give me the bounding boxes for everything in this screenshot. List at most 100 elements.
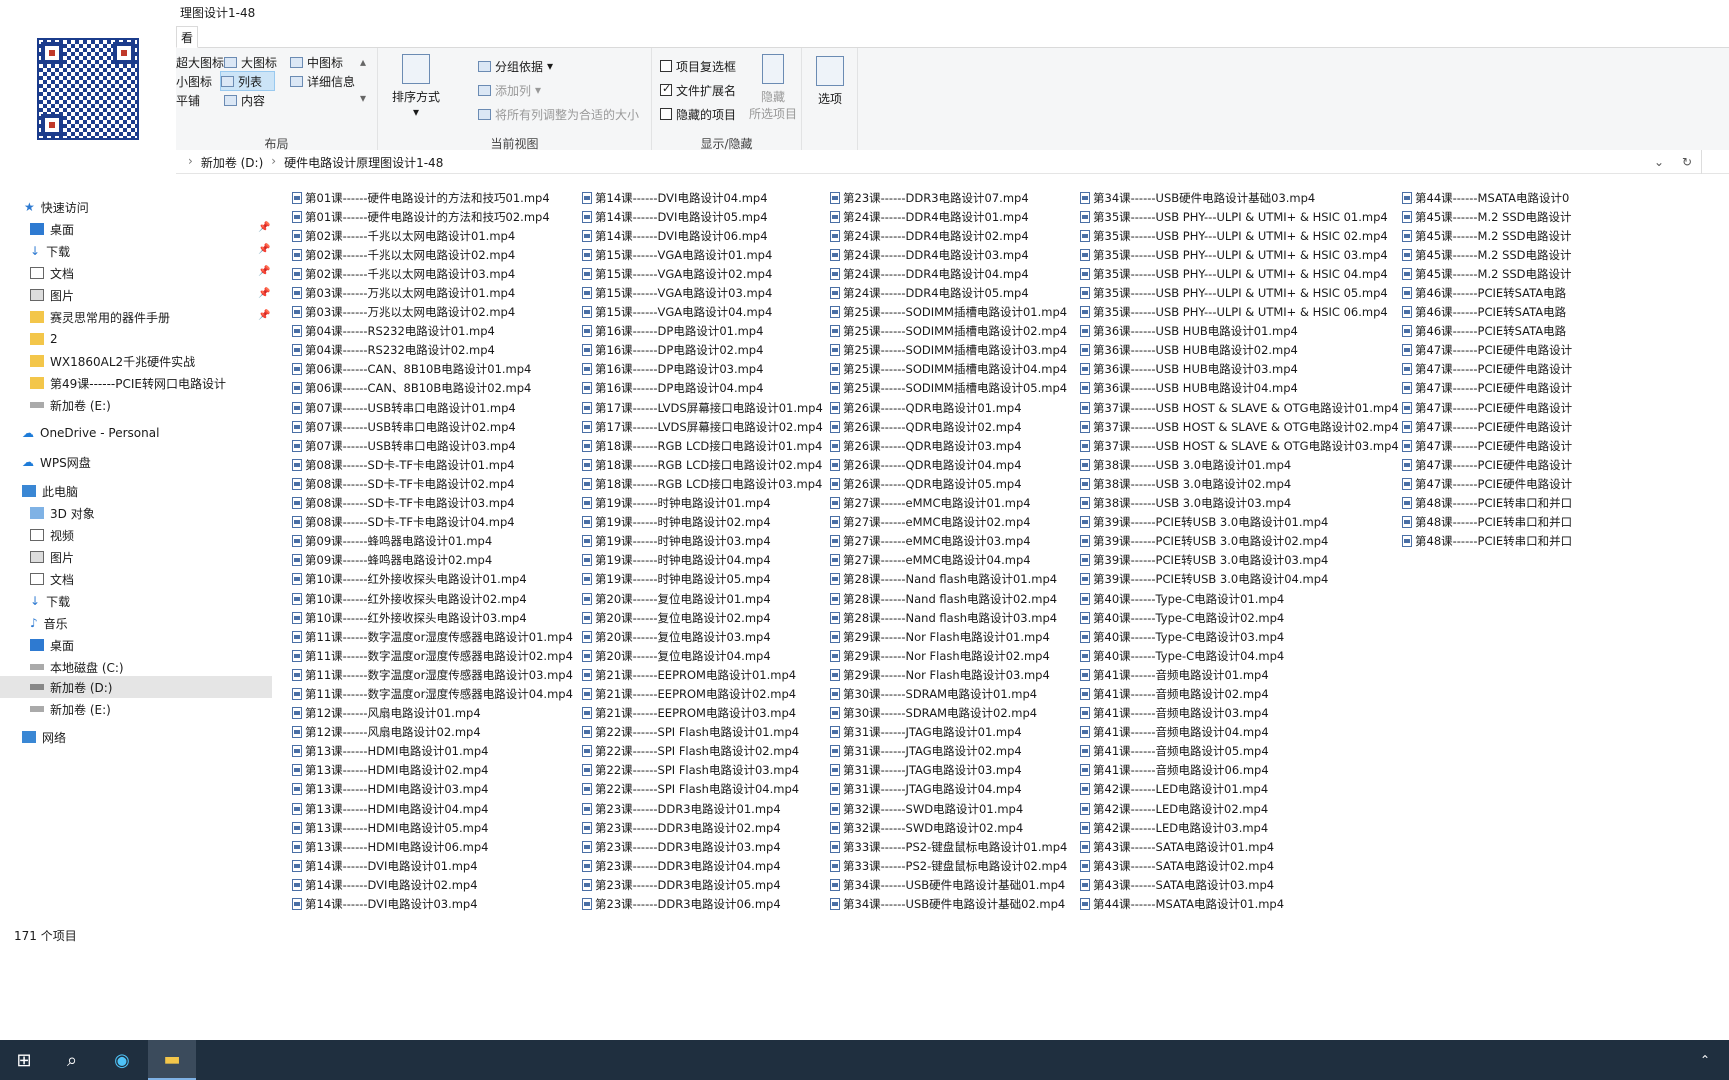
hidden-items-toggle[interactable]: 隐藏的项目 bbox=[660, 104, 736, 124]
file-item[interactable]: 第43课------SATA电路设计03.mp4 bbox=[1080, 875, 1399, 894]
file-item[interactable]: 第35课------USB PHY---ULPI & UTMI+ & HSIC … bbox=[1080, 303, 1399, 322]
file-item[interactable]: 第06课------CAN、8B10B电路设计01.mp4 bbox=[292, 360, 573, 379]
file-item[interactable]: 第47课------PCIE硬件电路设计 bbox=[1402, 417, 1572, 436]
file-item[interactable]: 第12课------风扇电路设计02.mp4 bbox=[292, 723, 573, 742]
file-item[interactable]: 第01课------硬件电路设计的方法和技巧01.mp4 bbox=[292, 188, 573, 207]
chevron-up-icon[interactable]: ⌃ bbox=[1681, 1040, 1729, 1080]
layout-details[interactable]: 详细信息 bbox=[290, 71, 355, 91]
file-item[interactable]: 第34课------USB硬件电路设计基础01.mp4 bbox=[830, 875, 1067, 894]
search-icon[interactable]: ⌕ bbox=[48, 1040, 96, 1080]
file-item[interactable]: 第13课------HDMI电路设计05.mp4 bbox=[292, 818, 573, 837]
sort-button[interactable]: 排序方式 ▾ bbox=[388, 54, 444, 119]
file-item[interactable]: 第29课------Nor Flash电路设计02.mp4 bbox=[830, 646, 1067, 665]
file-item[interactable]: 第47课------PCIE硬件电路设计 bbox=[1402, 379, 1572, 398]
file-item[interactable]: 第41课------音频电路设计03.mp4 bbox=[1080, 704, 1399, 723]
nav-drive-e-quick[interactable]: 新加卷 (E:) bbox=[30, 394, 111, 416]
file-item[interactable]: 第31课------JTAG电路设计01.mp4 bbox=[830, 723, 1067, 742]
file-item[interactable]: 第26课------QDR电路设计03.mp4 bbox=[830, 436, 1067, 455]
file-item[interactable]: 第48课------PCIE转串口和并口 bbox=[1402, 513, 1572, 532]
file-item[interactable]: 第28课------Nand flash电路设计03.mp4 bbox=[830, 608, 1067, 627]
file-item[interactable]: 第35课------USB PHY---ULPI & UTMI+ & HSIC … bbox=[1080, 245, 1399, 264]
hide-selected-button[interactable]: 隐藏 所选项目 bbox=[746, 54, 800, 122]
file-item[interactable]: 第39课------PCIE转USB 3.0电路设计01.mp4 bbox=[1080, 513, 1399, 532]
file-item[interactable]: 第44课------MSATA电路设计01.mp4 bbox=[1080, 894, 1399, 913]
file-item[interactable]: 第32课------SWD电路设计02.mp4 bbox=[830, 818, 1067, 837]
file-item[interactable]: 第13课------HDMI电路设计02.mp4 bbox=[292, 761, 573, 780]
file-item[interactable]: 第27课------eMMC电路设计03.mp4 bbox=[830, 532, 1067, 551]
nav-desktop[interactable]: 桌面 bbox=[30, 218, 74, 240]
file-item[interactable]: 第19课------时钟电路设计02.mp4 bbox=[582, 513, 823, 532]
file-item[interactable]: 第28课------Nand flash电路设计01.mp4 bbox=[830, 570, 1067, 589]
file-item[interactable]: 第20课------复位电路设计04.mp4 bbox=[582, 646, 823, 665]
file-item[interactable]: 第47课------PCIE硬件电路设计 bbox=[1402, 341, 1572, 360]
file-item[interactable]: 第14课------DVI电路设计06.mp4 bbox=[582, 226, 823, 245]
file-item[interactable]: 第09课------蜂鸣器电路设计01.mp4 bbox=[292, 532, 573, 551]
file-item[interactable]: 第33课------PS2-键盘鼠标电路设计02.mp4 bbox=[830, 856, 1067, 875]
pin-icon[interactable]: 📌 bbox=[258, 288, 270, 299]
file-item[interactable]: 第21课------EEPROM电路设计03.mp4 bbox=[582, 704, 823, 723]
item-checkbox-toggle[interactable]: 项目复选框 bbox=[660, 56, 736, 76]
file-item[interactable]: 第13课------HDMI电路设计01.mp4 bbox=[292, 742, 573, 761]
nav-drive-c[interactable]: 本地磁盘 (C:) bbox=[30, 656, 124, 678]
file-item[interactable]: 第02课------千兆以太网电路设计03.mp4 bbox=[292, 264, 573, 283]
file-item[interactable]: 第19课------时钟电路设计05.mp4 bbox=[582, 570, 823, 589]
file-item[interactable]: 第39课------PCIE转USB 3.0电路设计04.mp4 bbox=[1080, 570, 1399, 589]
file-item[interactable]: 第23课------DDR3电路设计07.mp4 bbox=[830, 188, 1067, 207]
file-item[interactable]: 第33课------PS2-键盘鼠标电路设计01.mp4 bbox=[830, 837, 1067, 856]
file-item[interactable]: 第13课------HDMI电路设计06.mp4 bbox=[292, 837, 573, 856]
file-item[interactable]: 第11课------数字温度or湿度传感器电路设计04.mp4 bbox=[292, 684, 573, 703]
nav-folder-2[interactable]: 2 bbox=[30, 328, 58, 350]
file-item[interactable]: 第08课------SD卡-TF卡电路设计02.mp4 bbox=[292, 474, 573, 493]
nav-folder-wx1860[interactable]: WX1860AL2千兆硬件实战 bbox=[30, 350, 195, 372]
hidden-items-checkbox[interactable] bbox=[660, 108, 672, 120]
file-item[interactable]: 第21课------EEPROM电路设计01.mp4 bbox=[582, 665, 823, 684]
nav-pc-downloads[interactable]: ↓ 下载 bbox=[30, 590, 70, 612]
file-item[interactable]: 第23课------DDR3电路设计01.mp4 bbox=[582, 799, 823, 818]
file-item[interactable]: 第15课------VGA电路设计01.mp4 bbox=[582, 245, 823, 264]
file-item[interactable]: 第43课------SATA电路设计02.mp4 bbox=[1080, 856, 1399, 875]
file-item[interactable]: 第22课------SPI Flash电路设计01.mp4 bbox=[582, 723, 823, 742]
file-item[interactable]: 第18课------RGB LCD接口电路设计02.mp4 bbox=[582, 455, 823, 474]
file-item[interactable]: 第25课------SODIMM插槽电路设计03.mp4 bbox=[830, 341, 1067, 360]
file-item[interactable]: 第26课------QDR电路设计01.mp4 bbox=[830, 398, 1067, 417]
file-item[interactable]: 第30课------SDRAM电路设计01.mp4 bbox=[830, 684, 1067, 703]
file-item[interactable]: 第41课------音频电路设计05.mp4 bbox=[1080, 742, 1399, 761]
file-item[interactable]: 第41课------音频电路设计04.mp4 bbox=[1080, 723, 1399, 742]
file-item[interactable]: 第16课------DP电路设计03.mp4 bbox=[582, 360, 823, 379]
nav-folder-xilinx[interactable]: 赛灵思常用的器件手册 bbox=[30, 306, 170, 328]
file-item[interactable]: 第40课------Type-C电路设计02.mp4 bbox=[1080, 608, 1399, 627]
layout-large[interactable]: 大图标 bbox=[224, 52, 277, 72]
refresh-icon[interactable]: ↻ bbox=[1673, 150, 1701, 174]
file-item[interactable]: 第39课------PCIE转USB 3.0电路设计03.mp4 bbox=[1080, 551, 1399, 570]
file-item[interactable]: 第35课------USB PHY---ULPI & UTMI+ & HSIC … bbox=[1080, 264, 1399, 283]
file-item[interactable]: 第42课------LED电路设计02.mp4 bbox=[1080, 799, 1399, 818]
file-item[interactable]: 第29课------Nor Flash电路设计03.mp4 bbox=[830, 665, 1067, 684]
file-item[interactable]: 第46课------PCIE转SATA电路 bbox=[1402, 303, 1572, 322]
file-item[interactable]: 第02课------千兆以太网电路设计01.mp4 bbox=[292, 226, 573, 245]
layout-expand-icon[interactable]: ▾ bbox=[360, 88, 366, 108]
file-item[interactable]: 第25课------SODIMM插槽电路设计02.mp4 bbox=[830, 322, 1067, 341]
file-item[interactable]: 第28课------Nand flash电路设计02.mp4 bbox=[830, 589, 1067, 608]
add-column-button[interactable]: 添加列 ▾ bbox=[478, 80, 541, 100]
file-item[interactable]: 第46课------PCIE转SATA电路 bbox=[1402, 283, 1572, 302]
layout-medium[interactable]: 中图标 bbox=[290, 52, 343, 72]
file-item[interactable]: 第07课------USB转串口电路设计02.mp4 bbox=[292, 417, 573, 436]
file-item[interactable]: 第25课------SODIMM插槽电路设计04.mp4 bbox=[830, 360, 1067, 379]
layout-extra-large[interactable]: 超大图标 bbox=[176, 52, 224, 72]
edge-browser-icon[interactable]: ◉ bbox=[98, 1040, 146, 1080]
file-item[interactable]: 第38课------USB 3.0电路设计01.mp4 bbox=[1080, 455, 1399, 474]
nav-folder-lesson49[interactable]: 第49课------PCIE转网口电路设计 bbox=[30, 372, 226, 394]
nav-drive-e[interactable]: 新加卷 (E:) bbox=[30, 698, 111, 720]
nav-network[interactable]: 网络 bbox=[22, 726, 66, 748]
file-item[interactable]: 第11课------数字温度or湿度传感器电路设计01.mp4 bbox=[292, 627, 573, 646]
file-item[interactable]: 第35课------USB PHY---ULPI & UTMI+ & HSIC … bbox=[1080, 226, 1399, 245]
group-by-button[interactable]: 分组依据 ▾ bbox=[478, 56, 553, 76]
nav-quick-access[interactable]: ★ 快速访问 bbox=[24, 196, 89, 218]
file-item[interactable]: 第14课------DVI电路设计04.mp4 bbox=[582, 188, 823, 207]
file-item[interactable]: 第37课------USB HOST & SLAVE & OTG电路设计03.m… bbox=[1080, 436, 1399, 455]
file-item[interactable]: 第23课------DDR3电路设计05.mp4 bbox=[582, 875, 823, 894]
layout-list[interactable]: 列表 bbox=[220, 71, 276, 91]
file-item[interactable]: 第47课------PCIE硬件电路设计 bbox=[1402, 398, 1572, 417]
file-item[interactable]: 第37课------USB HOST & SLAVE & OTG电路设计02.m… bbox=[1080, 417, 1399, 436]
file-item[interactable]: 第39课------PCIE转USB 3.0电路设计02.mp4 bbox=[1080, 532, 1399, 551]
